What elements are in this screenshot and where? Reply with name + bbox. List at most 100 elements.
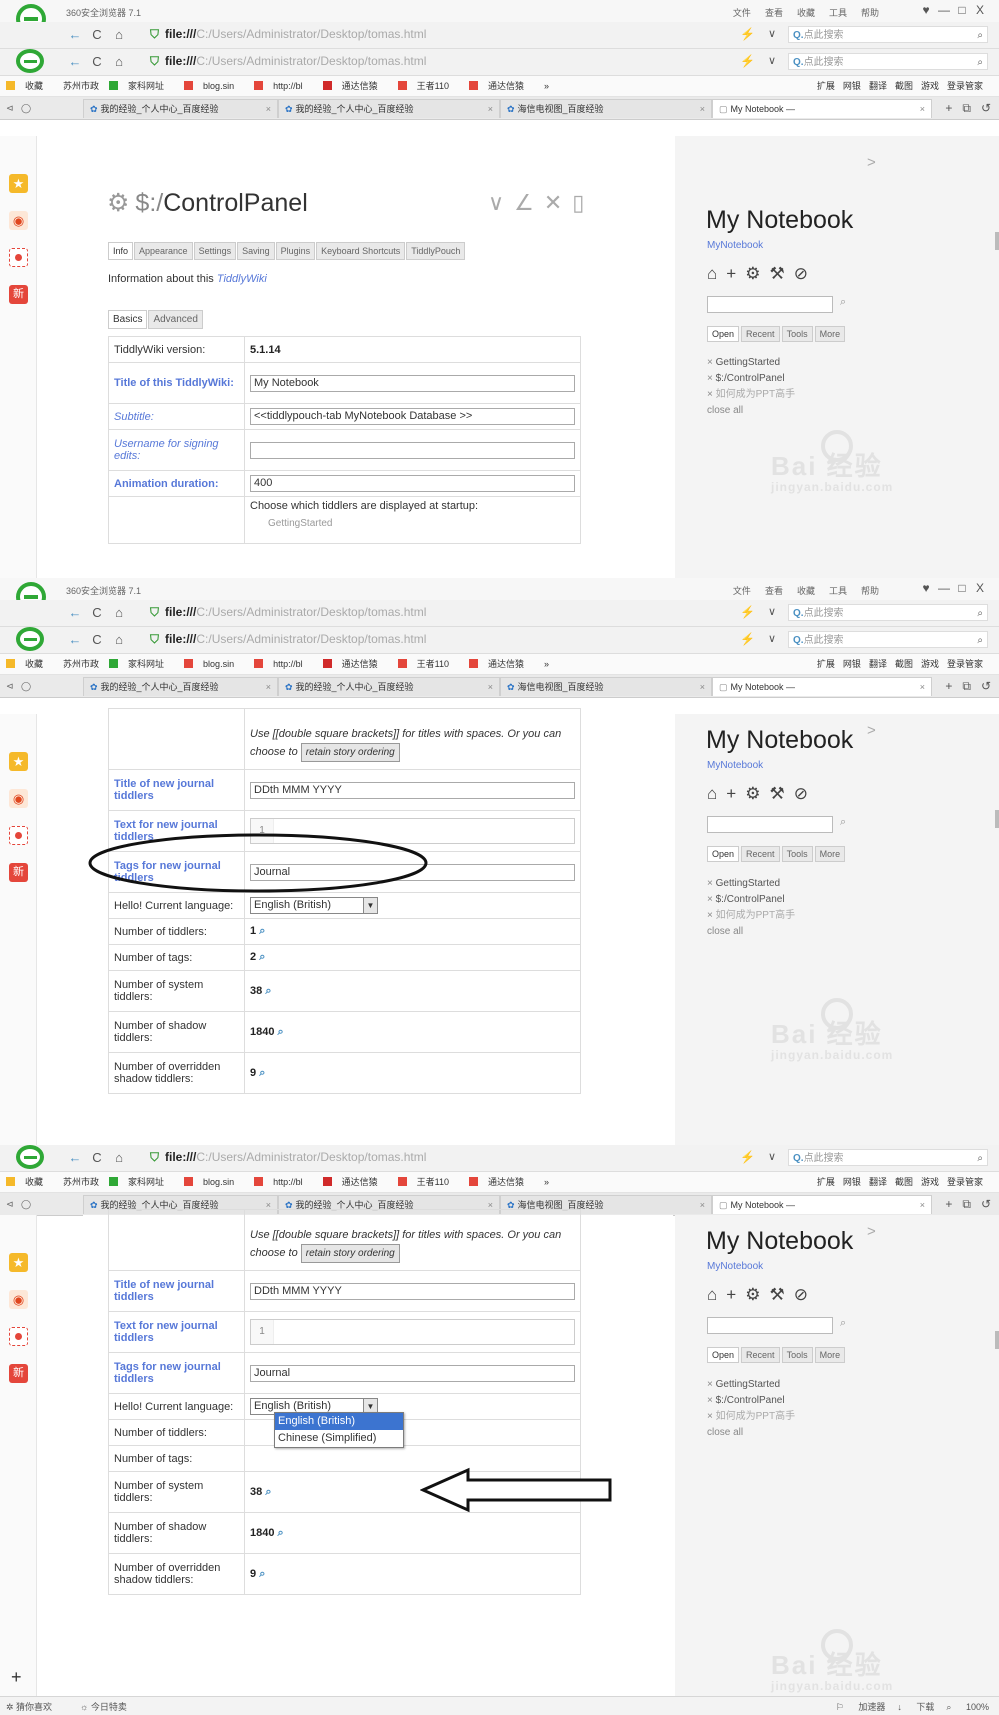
back-arrow-icon[interactable]: ← [64,605,86,620]
tab-keyboard-shortcuts[interactable]: Keyboard Shortcuts [316,242,406,260]
bookmark-more[interactable]: » [544,81,549,91]
new-tab-button[interactable]: + [945,1197,952,1211]
search-input[interactable]: Q.点此搜索 ⌕ [788,1149,988,1166]
login-manager-button[interactable]: 登录管家 [947,81,983,91]
translate-button[interactable]: 翻译 [869,659,887,669]
tab-nav-icons[interactable]: ⊲ ◯ [6,675,31,697]
list-item[interactable]: × $:/ControlPanel [707,371,795,387]
search-icon[interactable]: ⌕ [265,985,271,997]
search-input[interactable]: Q.点此搜索 ⌕ [788,53,988,70]
list-item[interactable]: × GettingStarted [707,876,795,892]
home-icon[interactable]: ⌂ [108,54,130,69]
sidebar-search-input[interactable] [707,296,833,313]
tab-more[interactable]: More [814,326,846,342]
retain-story-ordering-button[interactable]: retain story ordering [300,742,400,762]
animation-input[interactable]: 400 [250,475,575,492]
username-input[interactable] [250,441,575,459]
search-input[interactable]: Q.点此搜索 ⌕ [788,26,988,43]
tab-saving[interactable]: Saving [237,242,275,260]
close-all-link[interactable]: close all [707,924,795,940]
lightning-icon[interactable]: ⚡ [740,1150,755,1164]
bookmark-item[interactable]: http://bl [254,1177,313,1187]
search-icon[interactable]: ⌕ [278,1026,284,1038]
translate-button[interactable]: 翻译 [869,1177,887,1187]
tab-info[interactable]: Info [108,242,134,260]
restore-tab-icon[interactable]: ⧉ [962,679,971,693]
lightning-icon[interactable]: ⚡ [740,605,755,619]
list-item[interactable]: × 如何成为PPT高手 [707,387,795,403]
bookmark-item[interactable]: 苏州市政 [63,81,99,91]
search-icon[interactable]: ⌕ [840,816,846,829]
restore-tab-icon[interactable]: ⧉ [962,101,971,115]
bookmark-more[interactable]: » [544,659,549,669]
minimize-button[interactable]: — [935,581,953,595]
bookmark-favorites[interactable]: 收藏 [6,1177,53,1187]
tab-more[interactable]: More [814,1347,846,1363]
extensions-button[interactable]: 扩展 [817,659,835,669]
menu-view[interactable]: 查看 [765,586,783,596]
bookmark-item[interactable]: blog.sin [184,81,244,91]
address-bar[interactable]: ⛉ file:///C:/Users/Administrator/Desktop/… [150,631,700,648]
bookmark-item[interactable]: 王者110 [397,659,459,669]
browser-tab-active[interactable]: ▢ My Notebook — × [712,677,932,696]
maximize-button[interactable]: □ [953,3,971,17]
tab-tools[interactable]: Tools [781,846,813,862]
new-tiddler-icon[interactable]: + [726,784,745,803]
back-arrow-icon[interactable]: ← [64,27,86,42]
close-all-link[interactable]: close all [707,403,795,419]
close-tab-icon[interactable]: × [700,678,705,697]
journal-title-link[interactable]: Title of new journal tiddlers [108,1270,245,1312]
restore-tab-icon[interactable]: ⧉ [962,1197,971,1211]
menu-help[interactable]: 帮助 [861,586,879,596]
add-sidebar-icon[interactable]: + [11,1667,22,1688]
chevron-down-icon[interactable]: ∨ [768,632,776,645]
chevron-down-icon[interactable]: ∨ [768,27,776,40]
daily-deals-link[interactable]: ☼ 今日特卖 [80,1702,141,1712]
address-bar[interactable]: ⛉ file:///C:/Users/Administrator/Desktop/… [150,53,700,70]
home-icon[interactable]: ⌂ [707,1285,726,1304]
browser-tab[interactable]: ✿ 我的经验_个人中心_百度经验 × [278,99,500,118]
bookmark-item[interactable]: http://bl [254,81,313,91]
favorites-star-icon[interactable]: ★ [9,174,28,193]
journal-title-input[interactable]: DDth MMM YYYY [250,781,575,799]
menu-favorites[interactable]: 收藏 [797,586,815,596]
chevron-right-icon[interactable]: > [867,1223,876,1240]
tiddlywiki-link[interactable]: TiddlyWiki [217,273,267,285]
scrollbar-thumb[interactable] [995,810,999,828]
close-tab-icon[interactable]: × [488,678,493,697]
list-item[interactable]: × 如何成为PPT高手 [707,908,795,924]
refresh-icon[interactable]: C [86,605,108,620]
browser-tab[interactable]: ✿ 我的经验_个人中心_百度经验 × [83,677,278,696]
refresh-icon[interactable]: C [86,27,108,42]
home-icon[interactable]: ⌂ [707,264,726,283]
search-input[interactable]: Q.点此搜索 ⌕ [788,631,988,648]
bookmark-item[interactable]: 通达信猿 [322,81,388,91]
menu-file[interactable]: 文件 [733,8,751,18]
menu-file[interactable]: 文件 [733,586,751,596]
username-link[interactable]: Username for signing edits: [108,429,245,471]
screenshot-button[interactable]: 截图 [895,659,913,669]
maximize-button[interactable]: □ [953,581,971,595]
retain-story-ordering-button[interactable]: retain story ordering [300,1243,400,1263]
search-input[interactable]: Q.点此搜索 ⌕ [788,604,988,621]
refresh-icon[interactable]: C [86,54,108,69]
search-icon[interactable]: ⌕ [977,632,983,649]
scrollbar-thumb[interactable] [995,232,999,250]
browser-tab[interactable]: ✿ 我的经验_个人中心_百度经验 × [83,99,278,118]
browser-tab-active[interactable]: ▢ My Notebook — × [712,99,932,118]
gear-icon[interactable]: ⚙ [745,264,769,283]
tab-tools[interactable]: Tools [781,1347,813,1363]
bookmark-item[interactable]: 通达信猿 [468,81,534,91]
animation-link[interactable]: Animation duration: [108,470,245,497]
search-icon[interactable]: ⌕ [259,925,265,937]
list-item[interactable]: × $:/ControlPanel [707,892,795,908]
close-tab-icon[interactable]: × [266,678,271,697]
close-icon[interactable]: ✕ [544,190,572,215]
browser-tab[interactable]: ✿ 我的经验_个人中心_百度经验 × [278,677,500,696]
fold-icon[interactable]: ∨ [488,190,514,215]
title-link[interactable]: Title of this TiddlyWiki: [108,362,245,404]
guess-you-like-link[interactable]: ✲ 猜你喜欢 [6,1702,66,1712]
translate-button[interactable]: 翻译 [869,81,887,91]
close-window-button[interactable]: X [971,581,989,595]
bookmark-item[interactable]: 苏州市政 [63,659,99,669]
